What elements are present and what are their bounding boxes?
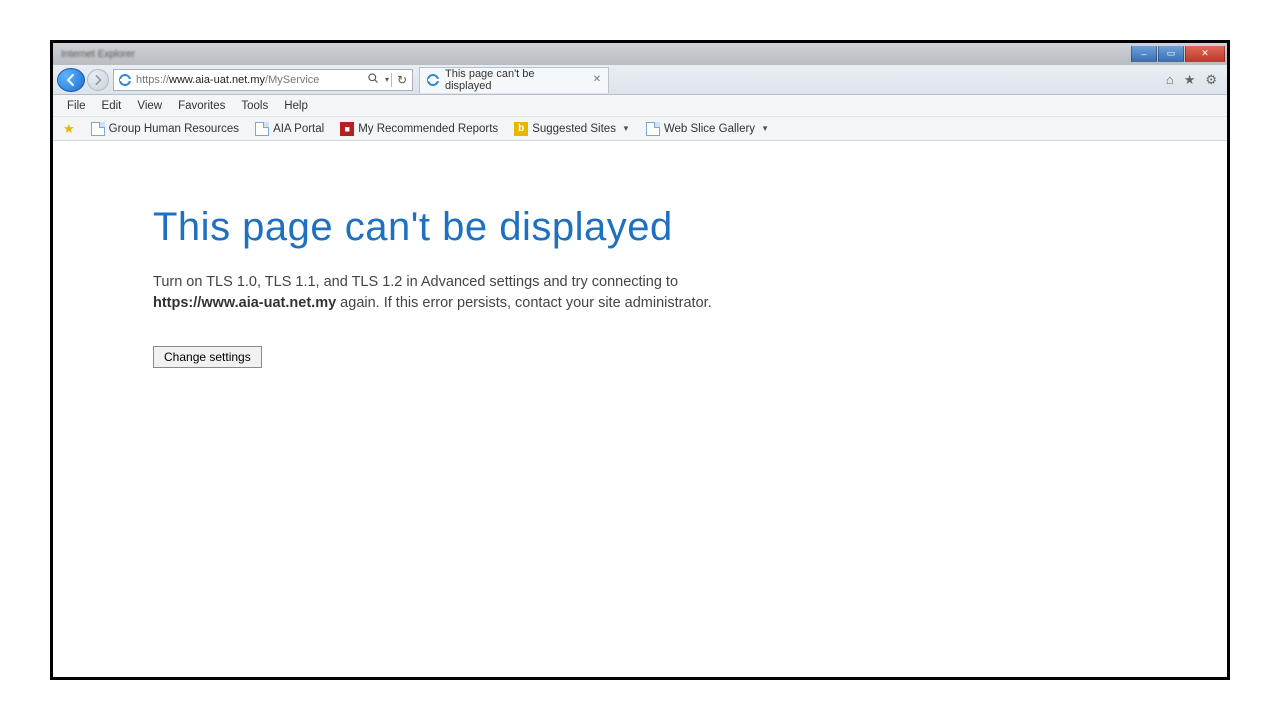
- error-body-suffix: again. If this error persists, contact y…: [336, 295, 712, 311]
- window-minimize-button[interactable]: –: [1131, 46, 1157, 62]
- menu-edit[interactable]: Edit: [94, 97, 130, 115]
- change-settings-button[interactable]: Change settings: [153, 346, 262, 368]
- chevron-down-icon: ▼: [761, 124, 769, 133]
- search-icon[interactable]: [363, 72, 383, 87]
- error-body-prefix: Turn on TLS 1.0, TLS 1.1, and TLS 1.2 in…: [153, 274, 678, 290]
- browser-window: Internet Explorer – ▭ ✕ https://www.aia-…: [50, 40, 1230, 680]
- window-close-button[interactable]: ✕: [1185, 46, 1225, 62]
- menu-tools[interactable]: Tools: [233, 97, 276, 115]
- fav-web-slice-gallery[interactable]: Web Slice Gallery ▼: [640, 120, 775, 138]
- fav-group-human-resources[interactable]: Group Human Resources: [85, 120, 245, 138]
- tab-close-button[interactable]: ✕: [590, 73, 604, 87]
- fav-label: Group Human Resources: [109, 123, 239, 135]
- menu-bar: File Edit View Favorites Tools Help: [53, 95, 1227, 117]
- add-to-favorites-button[interactable]: ★: [57, 119, 81, 139]
- tools-gear-icon[interactable]: ⚙: [1205, 72, 1217, 88]
- page-content: This page can't be displayed Turn on TLS…: [53, 141, 1227, 677]
- error-body-host: https://www.aia-uat.net.my: [153, 295, 336, 311]
- page-icon: [255, 122, 269, 136]
- menu-favorites[interactable]: Favorites: [170, 97, 233, 115]
- fav-my-recommended-reports[interactable]: ■ My Recommended Reports: [334, 120, 504, 138]
- url-scheme: https://: [136, 74, 169, 86]
- url-host: www.aia-uat.net.my: [169, 74, 265, 86]
- bing-icon: b: [514, 122, 528, 136]
- url-path: /MyService: [265, 74, 319, 86]
- home-icon[interactable]: ⌂: [1166, 72, 1174, 87]
- nav-forward-button[interactable]: [87, 69, 109, 91]
- page-icon: [646, 122, 660, 136]
- ie-logo-icon: [118, 73, 132, 87]
- browser-tab[interactable]: This page can't be displayed ✕: [419, 67, 609, 93]
- window-title-blur: Internet Explorer: [53, 49, 1130, 60]
- red-square-icon: ■: [340, 122, 354, 136]
- address-bar[interactable]: https://www.aia-uat.net.my/MyService ▾ ↻: [113, 69, 413, 91]
- chevron-down-icon: ▼: [622, 124, 630, 133]
- fav-label: Web Slice Gallery: [664, 123, 755, 135]
- window-titlebar: Internet Explorer – ▭ ✕: [53, 43, 1227, 65]
- menu-view[interactable]: View: [129, 97, 170, 115]
- star-icon: ★: [63, 121, 75, 137]
- fav-suggested-sites[interactable]: b Suggested Sites ▼: [508, 120, 636, 138]
- search-dropdown-caret[interactable]: ▾: [383, 75, 391, 84]
- window-maximize-button[interactable]: ▭: [1158, 46, 1184, 62]
- fav-label: Suggested Sites: [532, 123, 616, 135]
- address-bar-row: https://www.aia-uat.net.my/MyService ▾ ↻…: [53, 65, 1227, 95]
- favorites-bar: ★ Group Human Resources AIA Portal ■ My …: [53, 117, 1227, 141]
- refresh-icon[interactable]: ↻: [392, 73, 412, 87]
- fav-aia-portal[interactable]: AIA Portal: [249, 120, 330, 138]
- fav-label: AIA Portal: [273, 123, 324, 135]
- tab-title: This page can't be displayed: [445, 68, 584, 92]
- chrome-right-icons: ⌂ ★ ⚙: [1166, 72, 1227, 88]
- error-body: Turn on TLS 1.0, TLS 1.1, and TLS 1.2 in…: [153, 272, 753, 314]
- favorites-star-icon[interactable]: ★: [1184, 72, 1196, 88]
- menu-help[interactable]: Help: [276, 97, 316, 115]
- page-icon: [91, 122, 105, 136]
- nav-back-button[interactable]: [57, 68, 85, 92]
- fav-label: My Recommended Reports: [358, 123, 498, 135]
- error-heading: This page can't be displayed: [153, 205, 1227, 250]
- menu-file[interactable]: File: [59, 97, 94, 115]
- tab-ie-icon: [426, 73, 440, 87]
- address-url: https://www.aia-uat.net.my/MyService: [136, 74, 363, 86]
